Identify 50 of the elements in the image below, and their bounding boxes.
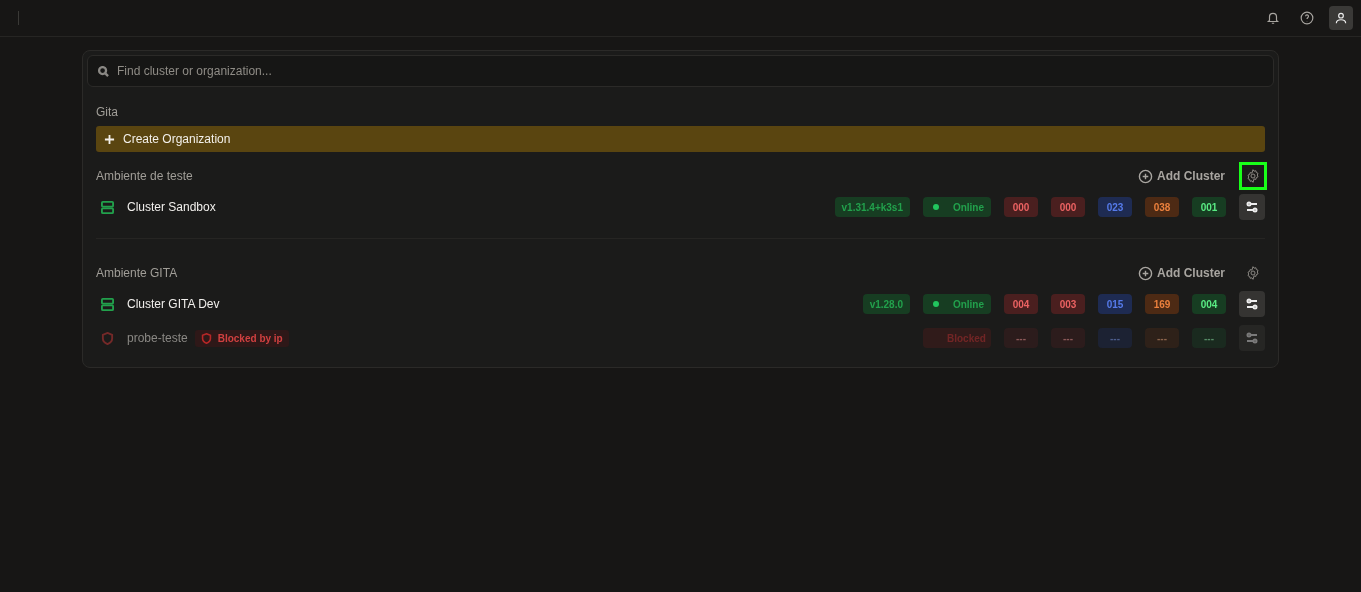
search-field[interactable]: Find cluster or organization...	[87, 55, 1274, 87]
status-badge: Blocked	[923, 328, 991, 348]
count-badge: 015	[1098, 294, 1132, 314]
cluster-name[interactable]: Cluster GITA Dev	[127, 297, 220, 311]
sliders-icon	[1246, 298, 1258, 310]
count-badge: 169	[1145, 294, 1179, 314]
user-icon	[1334, 11, 1348, 25]
user-button[interactable]	[1329, 6, 1353, 30]
count-badge: ---	[1051, 328, 1085, 348]
sliders-button[interactable]	[1239, 194, 1265, 220]
count-badge: ---	[1192, 328, 1226, 348]
cluster-name[interactable]: Cluster Sandbox	[127, 200, 216, 214]
count-badge: 038	[1145, 197, 1179, 217]
blocked-tag: Blocked by ip	[194, 329, 289, 347]
status-badge: Online	[923, 294, 991, 314]
create-organization-button[interactable]: Create Organization	[96, 126, 1265, 152]
count-badge: ---	[1098, 328, 1132, 348]
plus-circle-icon	[1138, 265, 1153, 281]
count-badge: 004	[1192, 294, 1226, 314]
version-badge: v1.31.4+k3s1	[834, 197, 910, 217]
search-icon	[98, 66, 109, 77]
count-badge: 003	[1051, 294, 1085, 314]
cluster-name[interactable]: probe-teste	[127, 331, 188, 345]
count-badge: 004	[1004, 294, 1038, 314]
count-badge: 001	[1192, 197, 1226, 217]
plus-icon	[104, 133, 115, 145]
count-badge: 023	[1098, 197, 1132, 217]
status-badge: Online	[923, 197, 991, 217]
count-badge: 000	[1051, 197, 1085, 217]
sliders-icon	[1246, 332, 1258, 344]
organization-name: Gita	[96, 105, 119, 119]
settings-button[interactable]	[1239, 162, 1267, 190]
sliders-button[interactable]	[1239, 325, 1265, 351]
environment-name: Ambiente GITA	[96, 266, 179, 280]
version-badge: v1.28.0	[862, 294, 910, 314]
add-cluster-button[interactable]: Add Cluster	[1138, 168, 1225, 184]
environment-name: Ambiente de teste	[96, 169, 194, 183]
sliders-button[interactable]	[1239, 291, 1265, 317]
add-cluster-button[interactable]: Add Cluster	[1138, 265, 1225, 281]
count-badge: 000	[1004, 197, 1038, 217]
server-icon	[101, 200, 114, 214]
sliders-icon	[1246, 201, 1258, 213]
shield-icon	[101, 331, 114, 345]
server-icon	[101, 297, 114, 311]
count-badge: ---	[1145, 328, 1179, 348]
count-badge: ---	[1004, 328, 1038, 348]
shield-icon	[200, 332, 212, 344]
gear-icon	[1245, 265, 1261, 281]
gear-icon	[1245, 168, 1261, 184]
plus-circle-icon	[1138, 168, 1153, 184]
